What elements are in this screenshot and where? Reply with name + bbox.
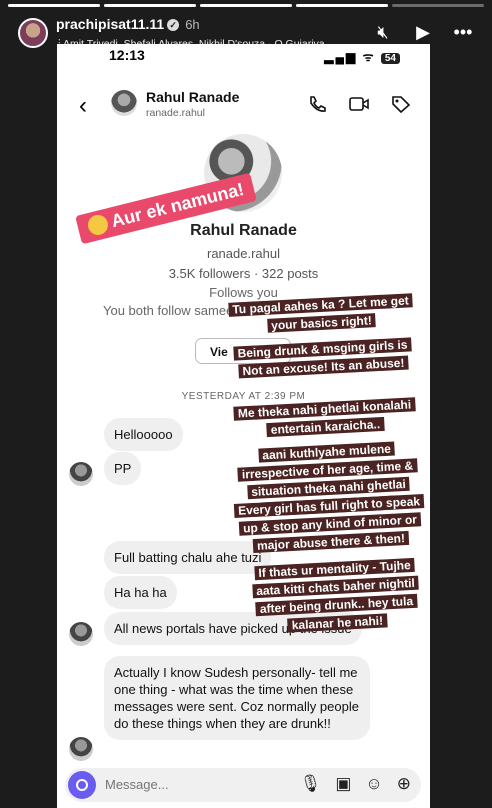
story-text-note: Every girl has full right to speak up & …	[229, 492, 432, 556]
profile-username: ranade.rahul	[207, 246, 280, 261]
add-icon[interactable]: ⊕	[397, 774, 411, 794]
microphone-icon[interactable]: 🎙︎	[300, 774, 322, 794]
signal-wifi-battery: ▂▄▆ ᯤ 54	[324, 48, 400, 65]
battery-icon: 54	[380, 53, 400, 64]
message-input[interactable]	[105, 777, 255, 792]
sender-avatar[interactable]	[69, 462, 93, 486]
sender-avatar[interactable]	[69, 622, 93, 646]
mute-icon[interactable]: 🔇︎	[372, 22, 394, 43]
mutual-follow-label: You both follow sameer	[103, 303, 238, 318]
chat-title-name[interactable]: Rahul Ranade	[146, 89, 239, 105]
message-bubble[interactable]: Hellooooo	[104, 418, 183, 451]
story-username[interactable]: prachipisat11.11 ✓ 6h	[56, 16, 200, 32]
rolling-eyes-emoji-icon	[85, 212, 111, 238]
play-icon[interactable]: ▶	[412, 22, 434, 43]
tag-icon[interactable]	[390, 94, 412, 114]
sender-avatar[interactable]	[69, 737, 93, 761]
phone-call-icon[interactable]	[306, 94, 328, 114]
video-call-icon[interactable]	[348, 94, 370, 114]
story-text-note: If thats ur mentality - Tujhe aata kitti…	[248, 556, 424, 637]
message-bubble[interactable]: PP	[104, 452, 142, 485]
sticker-icon[interactable]: ☺	[365, 774, 382, 794]
message-bubble[interactable]: Actually I know Sudesh personally- tell …	[104, 656, 370, 740]
message-composer: 🎙︎ ▣ ☺ ⊕	[65, 768, 421, 802]
status-time: 12:13	[109, 47, 145, 63]
avatar[interactable]	[111, 90, 137, 116]
camera-icon[interactable]	[68, 771, 96, 799]
chat-header: ‹ Rahul Ranade ranade.rahul	[57, 80, 430, 130]
gallery-icon[interactable]: ▣	[335, 774, 351, 794]
chat-title-username: ranade.rahul	[146, 107, 205, 119]
status-bar: 12:13 ▂▄▆ ᯤ 54	[57, 44, 430, 68]
back-arrow-icon[interactable]: ‹	[79, 92, 87, 120]
story-user-avatar[interactable]	[18, 18, 48, 48]
story-progress-bar	[8, 4, 484, 7]
message-bubble[interactable]: Ha ha ha	[104, 576, 177, 609]
more-options-icon[interactable]: •••	[452, 22, 474, 43]
profile-stats: 3.5K followers · 322 posts	[168, 266, 319, 281]
verified-badge-icon: ✓	[167, 19, 180, 31]
story-time: 6h	[185, 17, 200, 32]
